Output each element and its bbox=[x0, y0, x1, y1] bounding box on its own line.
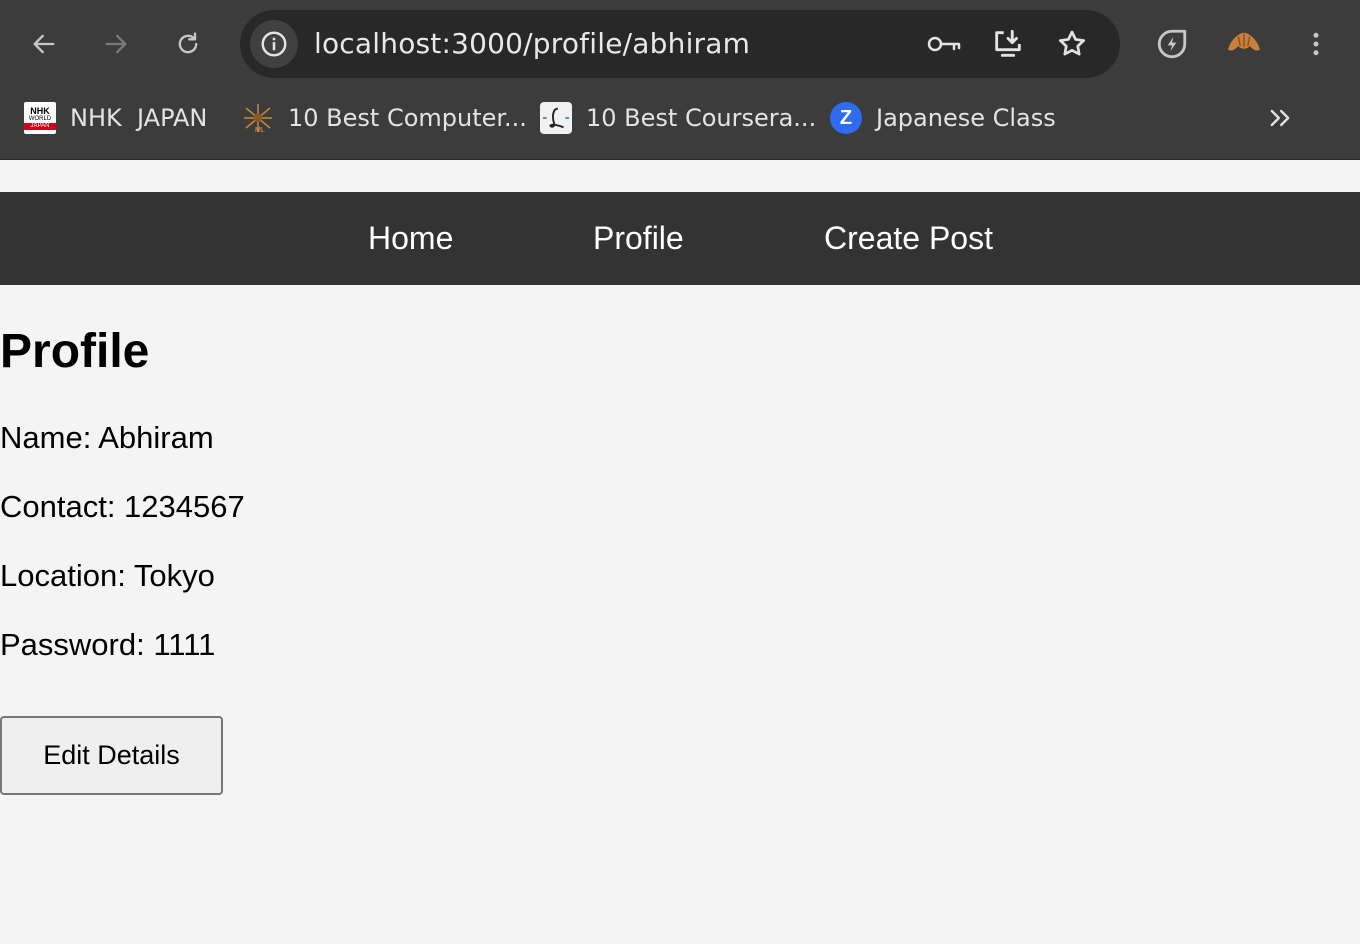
kebab-menu-icon bbox=[1313, 32, 1319, 56]
bookmark-coursera[interactable]: 10 Best Coursera... bbox=[540, 96, 816, 140]
profile-name: Name: Abhiram bbox=[0, 420, 214, 455]
more-bookmarks-button[interactable] bbox=[1258, 96, 1302, 140]
l-bookmark-icon bbox=[540, 102, 572, 134]
bookmark-japanese-class[interactable]: Z Japanese Class bbox=[830, 96, 1056, 140]
bookmark-label: 10 Best Computer... bbox=[288, 104, 527, 132]
nav-link-home[interactable]: Home bbox=[368, 192, 453, 285]
site-info-button[interactable] bbox=[250, 20, 298, 68]
menu-button[interactable] bbox=[1296, 24, 1336, 64]
zoom-icon: Z bbox=[830, 102, 862, 134]
croissant-icon bbox=[1228, 32, 1260, 51]
nhk-world-icon: NHK WORLD JAPAN bbox=[24, 102, 56, 134]
bookmarks-bar: NHK WORLD JAPAN NHK JAPAN ML 10 Best Com… bbox=[0, 96, 1360, 140]
reload-icon bbox=[178, 32, 198, 54]
bookmark-label: 10 Best Coursera... bbox=[586, 104, 817, 132]
ml-icon: ML bbox=[242, 102, 274, 134]
bookmark-computer[interactable]: ML 10 Best Computer... bbox=[242, 96, 527, 140]
energy-saver-icon bbox=[1157, 29, 1187, 59]
nav-link-profile[interactable]: Profile bbox=[593, 192, 684, 285]
page-title: Profile bbox=[0, 325, 150, 378]
svg-text:ML: ML bbox=[255, 127, 265, 134]
profile-avatar-button[interactable] bbox=[1224, 24, 1264, 64]
bookmark-nhk[interactable]: NHK WORLD JAPAN NHK JAPAN bbox=[24, 96, 207, 140]
forward-button[interactable] bbox=[96, 24, 136, 64]
address-bar[interactable]: localhost:3000/profile/abhiram bbox=[240, 10, 1120, 78]
url-text[interactable]: localhost:3000/profile/abhiram bbox=[314, 10, 750, 78]
info-icon bbox=[261, 31, 287, 57]
bookmark-star-button[interactable] bbox=[1054, 26, 1090, 62]
back-button[interactable] bbox=[24, 24, 64, 64]
profile-location: Location: Tokyo bbox=[0, 558, 215, 593]
bookmark-label: Japanese Class bbox=[876, 104, 1056, 132]
browser-chrome: localhost:3000/profile/abhiram NHK WORLD… bbox=[0, 0, 1360, 160]
key-icon bbox=[927, 36, 961, 52]
reload-button[interactable] bbox=[168, 24, 208, 64]
nav-link-create-post[interactable]: Create Post bbox=[824, 192, 993, 285]
arrow-left-icon bbox=[33, 34, 55, 54]
arrow-right-icon bbox=[105, 34, 127, 54]
install-app-button[interactable] bbox=[990, 26, 1026, 62]
site-navbar: Home Profile Create Post bbox=[0, 192, 1360, 285]
edit-details-button[interactable]: Edit Details bbox=[0, 716, 223, 795]
bookmark-label: NHK JAPAN bbox=[70, 104, 208, 132]
double-chevron-right-icon bbox=[1270, 109, 1290, 127]
performance-button[interactable] bbox=[1152, 24, 1192, 64]
profile-contact: Contact: 1234567 bbox=[0, 489, 245, 524]
profile-password: Password: 1111 bbox=[0, 627, 216, 662]
install-icon bbox=[995, 29, 1021, 57]
password-key-button[interactable] bbox=[926, 26, 962, 62]
star-icon bbox=[1058, 30, 1086, 56]
